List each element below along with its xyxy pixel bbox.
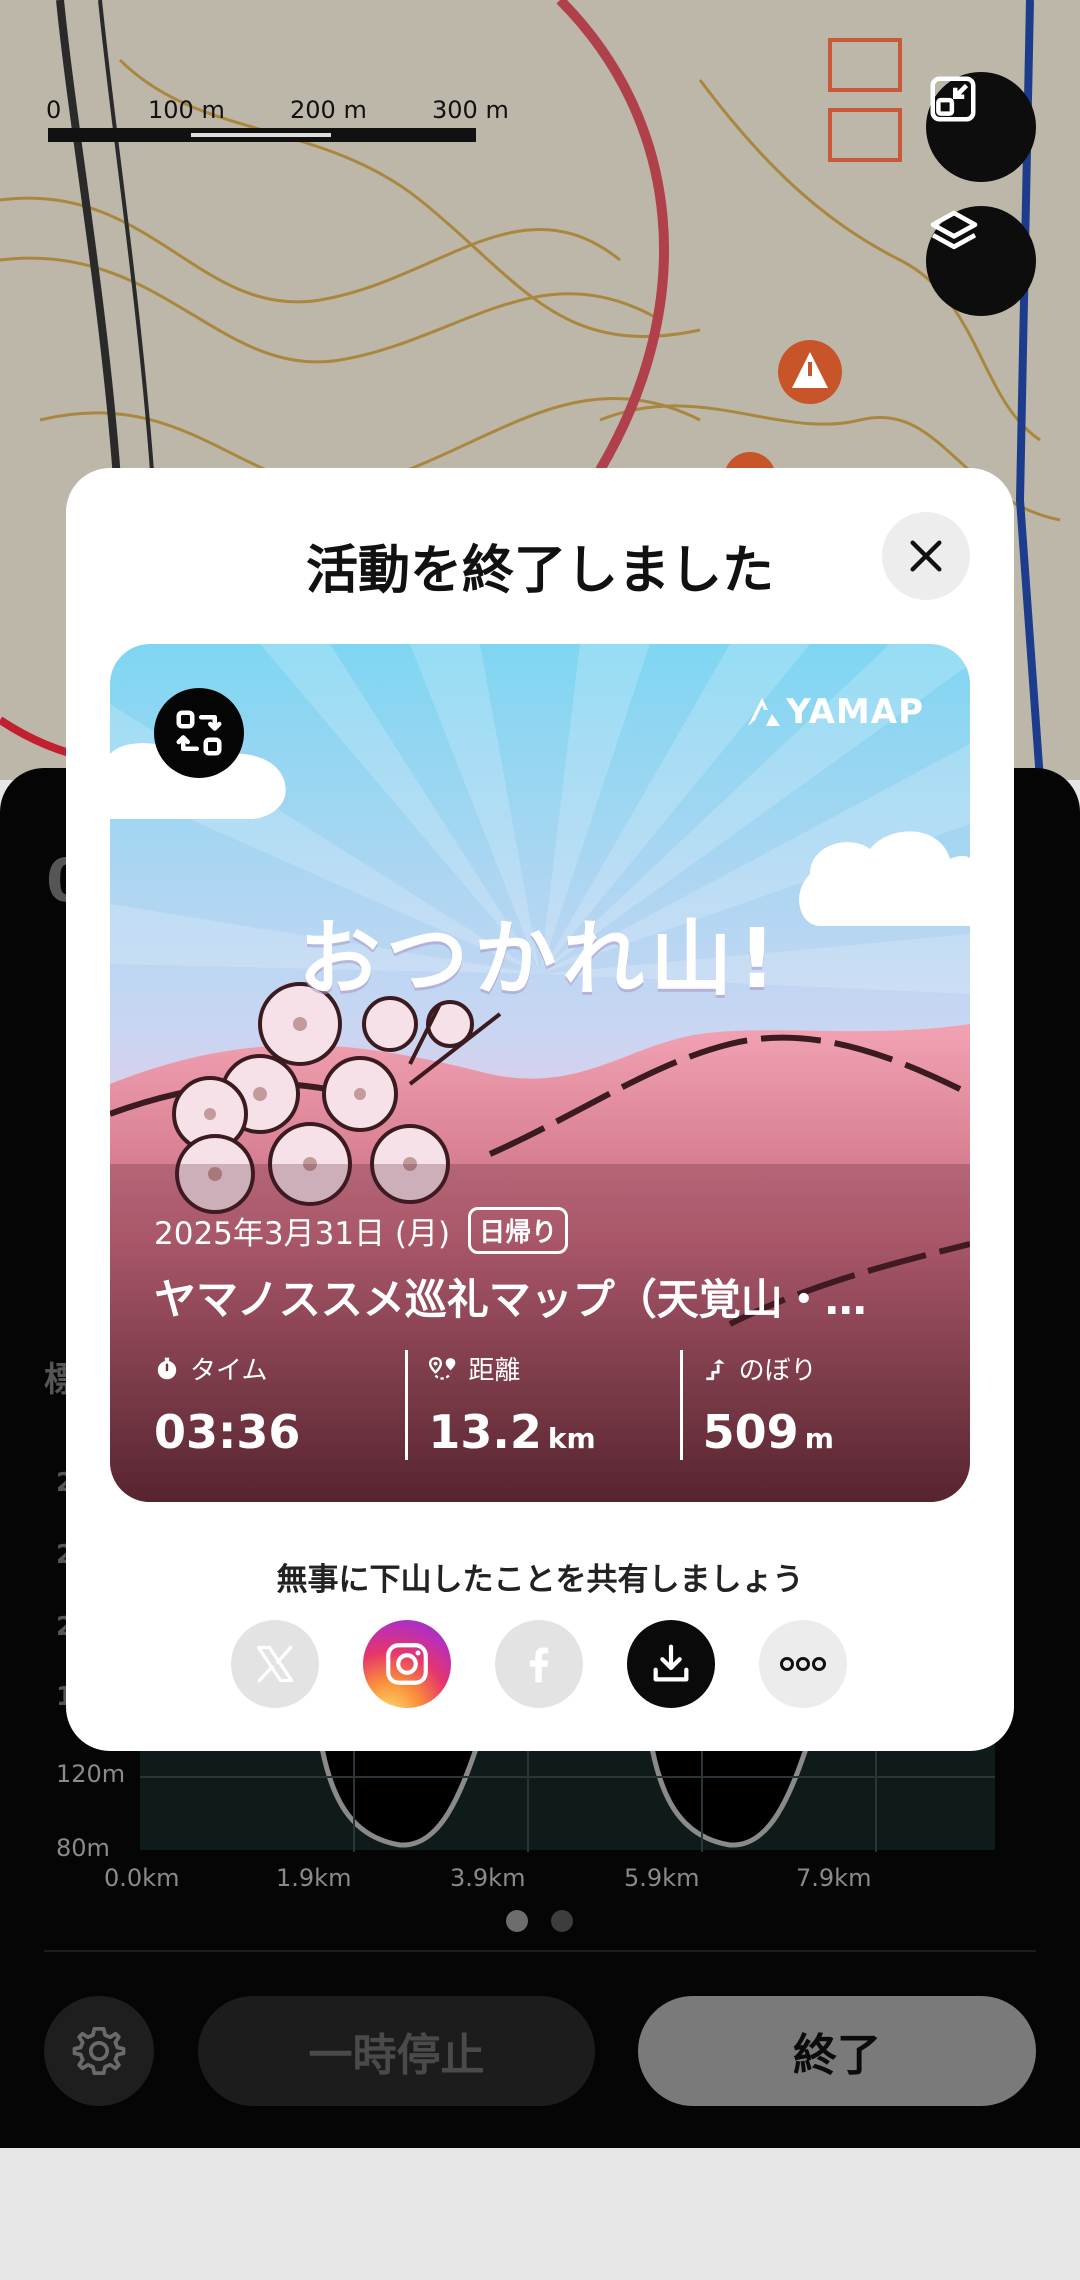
stat-ascent: のぼり 509 m [679,1350,954,1460]
card-headline: おつかれ山! [298,912,782,1007]
activity-date: 2025年3月31日 (月) [154,1216,451,1252]
stat-distance: 距離 13.2 km [405,1350,679,1460]
activity-stats: タイム 03:36 距離 13.2 km のぼり 509 m [154,1350,954,1460]
stat-time: タイム 03:36 [154,1350,405,1460]
route-title: ヤマノススメ巡礼マップ（天覚山・… [154,1275,867,1324]
share-facebook-button[interactable] [495,1620,583,1708]
instagram-icon [386,1643,428,1685]
close-icon [910,540,942,572]
activity-finished-dialog: 活動を終了しました YAMAP おつかれ山! 2025年3月31日 (月) 日帰… [66,468,1014,1751]
stat-value: 03:36 [154,1405,301,1459]
dialog-title: 活動を終了しました [305,541,774,601]
stat-unit: m [804,1422,834,1455]
facebook-icon [529,1647,549,1683]
activity-date-row: 2025年3月31日 (月) 日帰り [154,1207,569,1254]
close-button[interactable] [882,512,970,600]
share-card: YAMAP おつかれ山! 2025年3月31日 (月) 日帰り ヤマノススメ巡礼… [110,644,970,1502]
swap-template-icon [176,710,222,756]
download-button[interactable] [627,1620,715,1708]
swap-template-button[interactable] [154,688,244,778]
more-share-button[interactable] [759,1620,847,1708]
yamap-logo: YAMAP [746,692,924,732]
share-x-button[interactable] [231,1620,319,1708]
stat-value: 509 [702,1405,799,1459]
x-icon [256,1645,294,1683]
stat-label: 距離 [468,1356,521,1386]
stopwatch-icon [157,1357,177,1379]
ascent-icon [705,1358,725,1380]
brand-name: YAMAP [786,692,924,732]
share-instagram-button[interactable] [363,1620,451,1708]
mountain-logo-icon [748,698,781,726]
stat-value: 13.2 [428,1405,542,1459]
stat-unit: km [547,1422,596,1455]
stat-label: のぼり [738,1356,817,1386]
more-icon [780,1657,826,1671]
day-trip-badge: 日帰り [468,1207,569,1254]
share-caption: 無事に下山したことを共有しましょう [276,1562,804,1598]
share-buttons [231,1620,847,1708]
route-pin-icon [429,1356,456,1380]
stat-label: タイム [190,1356,268,1386]
download-icon [653,1644,689,1682]
